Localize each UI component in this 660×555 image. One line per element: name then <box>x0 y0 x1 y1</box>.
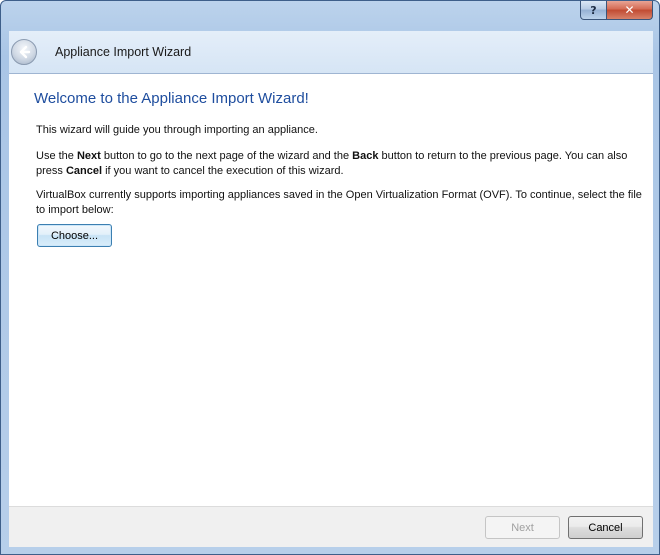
next-keyword: Next <box>76 150 101 162</box>
back-button[interactable] <box>11 39 37 65</box>
wizard-header: Appliance Import Wizard <box>9 31 653 73</box>
nav-text-part: button to go to the next page of the wiz… <box>100 150 353 162</box>
help-button[interactable]: ? <box>580 1 607 20</box>
nav-text-part: Use the <box>36 150 77 162</box>
back-arrow-icon <box>19 45 31 59</box>
choose-file-button[interactable]: Choose... <box>37 224 112 247</box>
titlebar-controls: ? ✕ <box>580 1 653 21</box>
window-title: Appliance Import Wizard <box>55 45 192 59</box>
cancel-keyword: Cancel <box>65 165 103 177</box>
wizard-window: ? ✕ Appliance Import Wizard Welcome to t… <box>0 0 660 555</box>
wizard-page: Welcome to the Appliance Import Wizard! … <box>9 73 653 506</box>
next-button[interactable]: Next <box>485 516 560 539</box>
cancel-button[interactable]: Cancel <box>568 516 643 539</box>
back-keyword: Back <box>352 150 379 162</box>
wizard-footer: Next Cancel <box>9 506 653 547</box>
page-title: Welcome to the Appliance Import Wizard! <box>34 90 309 107</box>
ovf-instructions: VirtualBox currently supports importing … <box>36 189 642 216</box>
intro-text: This wizard will guide you through impor… <box>36 124 318 136</box>
nav-text-part: if you want to cancel the execution of t… <box>102 165 344 177</box>
close-button[interactable]: ✕ <box>607 1 653 20</box>
navigation-instructions: Use the Next button to go to the next pa… <box>36 149 648 179</box>
